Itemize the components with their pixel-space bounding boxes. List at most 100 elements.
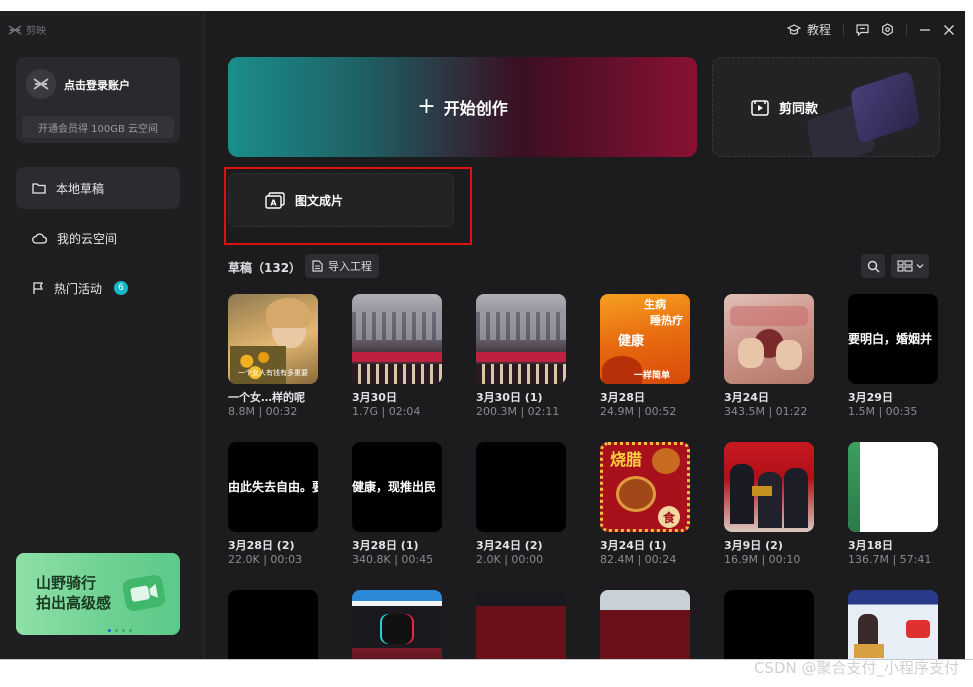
sidebar-item-label: 热门活动 bbox=[54, 281, 103, 296]
main-panel: 教程 + 开始创作 剪同款 A 图文成片 草稿（132） 导入工程 一个女人有钱… bbox=[205, 11, 965, 659]
sidebar-item-local-drafts[interactable]: 本地草稿 bbox=[16, 167, 180, 209]
draft-meta: 24.9M | 00:52 bbox=[600, 405, 677, 418]
vip-promo-button[interactable]: 开通会员得 100GB 云空间 bbox=[22, 116, 174, 138]
sidebar-item-cloud-space[interactable]: 我的云空间 bbox=[16, 217, 180, 259]
draft-thumbnail bbox=[228, 590, 318, 659]
draft-thumbnail: 烧腊 食 bbox=[600, 442, 690, 532]
draft-meta: 340.8K | 00:45 bbox=[352, 553, 434, 566]
draft-name: 3月28日 bbox=[600, 391, 645, 404]
graduation-cap-icon bbox=[786, 23, 801, 35]
view-mode-button[interactable] bbox=[891, 254, 929, 278]
text-to-video-icon: A bbox=[265, 191, 285, 209]
document-icon bbox=[312, 260, 323, 272]
draft-card[interactable] bbox=[476, 590, 586, 659]
image-text-video-label: 图文成片 bbox=[295, 193, 344, 208]
draft-thumbnail: 一个女人有钱有多重要 bbox=[228, 294, 318, 384]
draft-card[interactable]: 3月30日 1.7G | 02:04 bbox=[352, 294, 462, 424]
draft-card[interactable] bbox=[600, 590, 710, 659]
flag-icon bbox=[33, 281, 44, 294]
account-card[interactable]: 点击登录账户 开通会员得 100GB 云空间 bbox=[16, 57, 180, 143]
image-text-video-button[interactable]: A 图文成片 bbox=[228, 173, 454, 227]
draft-card[interactable]: 要明白，婚姻并 3月29日 1.5M | 00:35 bbox=[848, 294, 958, 424]
thumbnail-word: 烧腊 bbox=[610, 450, 643, 469]
draft-name: 3月24日 (1) bbox=[600, 539, 667, 552]
close-button[interactable] bbox=[943, 24, 955, 36]
search-button[interactable] bbox=[861, 254, 885, 278]
draft-card[interactable] bbox=[352, 590, 462, 659]
cloud-icon bbox=[32, 232, 47, 244]
draft-card[interactable]: 健康，现推出民 3月28日 (1) 340.8K | 00:45 bbox=[352, 442, 462, 572]
promo-text: 山野骑行 拍出高级感 bbox=[36, 573, 111, 613]
thumbnail-caption: 要明白，婚姻并 bbox=[848, 332, 933, 346]
draft-card[interactable]: 3月30日 (1) 200.3M | 02:11 bbox=[476, 294, 586, 424]
import-project-button[interactable]: 导入工程 bbox=[305, 254, 379, 278]
draft-card[interactable]: 3月18日 136.7M | 57:41 bbox=[848, 442, 958, 572]
import-project-label: 导入工程 bbox=[328, 260, 372, 273]
app-window: 剪映 点击登录账户 开通会员得 100GB 云空间 本地草稿 我的云空间 热门活… bbox=[0, 11, 965, 659]
draft-thumbnail bbox=[476, 442, 566, 532]
draft-thumbnail bbox=[476, 294, 566, 384]
draft-thumbnail: 生病 睡热疗 健康 一样简单 bbox=[600, 294, 690, 384]
carousel-dots[interactable] bbox=[108, 629, 132, 632]
draft-meta: 200.3M | 02:11 bbox=[476, 405, 560, 418]
draft-thumbnail bbox=[724, 590, 814, 659]
draft-name: 一个女…样的呢 bbox=[228, 391, 305, 404]
promo-banner[interactable]: 山野骑行 拍出高级感 bbox=[16, 553, 180, 635]
thumbnail-caption: 由此失去自由。要 bbox=[228, 480, 318, 494]
draft-name: 3月28日 (1) bbox=[352, 539, 419, 552]
draft-thumbnail bbox=[352, 294, 442, 384]
close-icon bbox=[944, 24, 954, 35]
draft-meta: 1.7G | 02:04 bbox=[352, 405, 421, 418]
draft-card[interactable]: 一个女人有钱有多重要 一个女…样的呢 8.8M | 00:32 bbox=[228, 294, 338, 424]
draft-meta: 1.5M | 00:35 bbox=[848, 405, 918, 418]
template-clip-icon bbox=[751, 99, 769, 116]
sidebar-item-label: 我的云空间 bbox=[57, 231, 118, 246]
minimize-button[interactable] bbox=[919, 24, 931, 36]
plus-icon: + bbox=[417, 94, 436, 119]
draft-meta: 16.9M | 00:10 bbox=[724, 553, 801, 566]
draft-meta: 136.7M | 57:41 bbox=[848, 553, 932, 566]
login-link[interactable]: 点击登录账户 bbox=[64, 77, 130, 93]
video-camera-icon bbox=[121, 573, 167, 613]
draft-meta: 8.8M | 00:32 bbox=[228, 405, 298, 418]
tutorial-button[interactable]: 教程 bbox=[786, 21, 831, 38]
draft-thumbnail: 健康，现推出民 bbox=[352, 442, 442, 532]
start-creation-label: 开始创作 bbox=[443, 99, 508, 118]
draft-card[interactable]: 由此失去自由。要 3月28日 (2) 22.0K | 00:03 bbox=[228, 442, 338, 572]
draft-meta: 2.0K | 00:00 bbox=[476, 553, 544, 566]
draft-name: 3月24日 (2) bbox=[476, 539, 543, 552]
settings-button[interactable] bbox=[881, 23, 894, 36]
watermark: CSDN @聚合支付_小程序支付 bbox=[753, 659, 959, 677]
thumbnail-word: 健康 bbox=[618, 334, 645, 349]
draft-card[interactable]: 3月24日 343.5M | 01:22 bbox=[724, 294, 834, 424]
draft-card[interactable]: 3月24日 (2) 2.0K | 00:00 bbox=[476, 442, 586, 572]
capcut-logo-icon bbox=[8, 24, 22, 35]
divider bbox=[843, 22, 844, 37]
draft-thumbnail bbox=[848, 590, 938, 659]
message-icon bbox=[856, 23, 869, 36]
draft-name: 3月9日 (2) bbox=[724, 539, 783, 552]
template-button[interactable]: 剪同款 bbox=[712, 57, 940, 157]
draft-name: 3月18日 bbox=[848, 539, 893, 552]
minimize-icon bbox=[920, 28, 930, 31]
draft-thumbnail bbox=[352, 590, 442, 659]
sidebar-item-label: 本地草稿 bbox=[56, 181, 105, 196]
app-logo: 剪映 bbox=[8, 22, 46, 37]
feedback-button[interactable] bbox=[856, 23, 869, 36]
search-icon bbox=[867, 260, 879, 272]
chevron-down-icon bbox=[916, 264, 923, 269]
avatar[interactable] bbox=[26, 69, 56, 99]
draft-name: 3月24日 bbox=[724, 391, 769, 404]
sidebar-item-hot-events[interactable]: 热门活动 6 bbox=[16, 267, 180, 309]
sidebar: 剪映 点击登录账户 开通会员得 100GB 云空间 本地草稿 我的云空间 热门活… bbox=[0, 11, 205, 659]
draft-card[interactable]: 生病 睡热疗 健康 一样简单 3月28日 24.9M | 00:52 bbox=[600, 294, 710, 424]
draft-card[interactable]: 烧腊 食 3月24日 (1) 82.4M | 00:24 bbox=[600, 442, 710, 572]
start-creation-button[interactable]: + 开始创作 bbox=[228, 57, 697, 157]
notification-badge: 6 bbox=[114, 281, 129, 295]
draft-card[interactable] bbox=[228, 590, 338, 659]
thumbnail-word: 一样简单 bbox=[634, 371, 671, 381]
folder-icon bbox=[32, 183, 46, 194]
draft-card[interactable] bbox=[848, 590, 958, 659]
draft-card[interactable] bbox=[724, 590, 834, 659]
draft-card[interactable]: 3月9日 (2) 16.9M | 00:10 bbox=[724, 442, 834, 572]
